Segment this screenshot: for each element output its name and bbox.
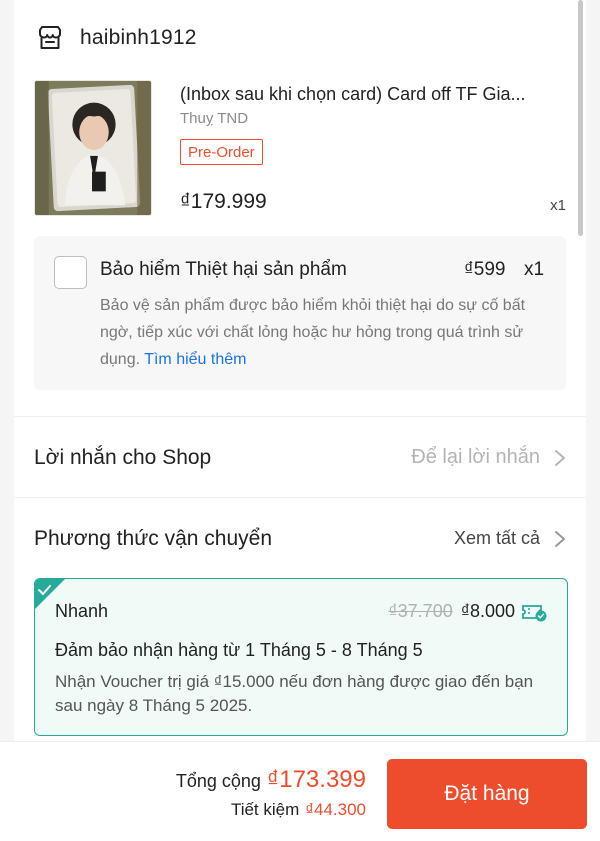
total-value: ₫173.399 bbox=[266, 766, 366, 793]
shipping-method-label: Phương thức vận chuyển bbox=[34, 527, 273, 550]
shipping-option-selected[interactable]: Nhanh ₫37.700 ₫8.000 Đảm bảo nhận hàng t… bbox=[34, 578, 568, 736]
total-label: Tổng cộng bbox=[175, 771, 261, 791]
total-line: Tổng cộng ₫173.399 bbox=[176, 766, 366, 794]
insurance-price: ₫599 bbox=[464, 259, 506, 280]
savings-label: Tiết kiệm bbox=[230, 800, 300, 819]
insurance-box: Bảo hiểm Thiệt hại sản phẩm ₫599 x1 Bảo … bbox=[34, 236, 566, 390]
savings-value: ₫44.300 bbox=[305, 800, 366, 819]
insurance-checkbox[interactable] bbox=[54, 256, 87, 289]
see-all-shipping-button[interactable]: Xem tất cả bbox=[454, 528, 566, 549]
shipping-option-name: Nhanh bbox=[55, 601, 109, 621]
product-price: ₫179.999 bbox=[180, 190, 267, 213]
learn-more-link[interactable]: Tìm hiểu thêm bbox=[144, 351, 246, 368]
late-delivery-voucher-note: Nhận Voucher trị giá ₫15.000 nếu đơn hàn… bbox=[55, 672, 534, 715]
scrollbar[interactable] bbox=[578, 0, 583, 236]
savings-line: Tiết kiệm ₫44.300 bbox=[231, 800, 366, 820]
delivery-guarantee: Đảm bảo nhận hàng từ 1 Tháng 5 - 8 Tháng… bbox=[55, 640, 423, 660]
insurance-quantity: x1 bbox=[524, 259, 545, 280]
shop-name: haibinh1912 bbox=[80, 26, 197, 49]
checkout-footer: Tổng cộng ₫173.399 Tiết kiệm ₫44.300 Đặt… bbox=[0, 741, 600, 841]
product-thumbnail[interactable] bbox=[34, 80, 152, 216]
shop-header[interactable]: haibinh1912 bbox=[36, 24, 197, 52]
shipping-old-price: ₫37.700 bbox=[388, 601, 453, 621]
shop-message-placeholder: Để lại lời nhắn bbox=[411, 446, 540, 468]
product-variant: Thuỵ TND bbox=[180, 110, 249, 127]
see-all-label: Xem tất cả bbox=[453, 528, 540, 548]
checkout-card: haibinh1912 (Inbox sau khi chọn card) Ca… bbox=[14, 0, 586, 741]
product-quantity: x1 bbox=[550, 197, 566, 214]
voucher-ticket-icon bbox=[521, 602, 547, 622]
shop-message-label: Lời nhắn cho Shop bbox=[34, 446, 212, 469]
pre-order-badge: Pre-Order bbox=[180, 139, 263, 165]
place-order-button[interactable]: Đặt hàng bbox=[387, 759, 587, 829]
chevron-right-icon bbox=[554, 530, 566, 548]
shipping-new-price: ₫8.000 bbox=[460, 601, 515, 621]
shop-message-input[interactable]: Để lại lời nhắn bbox=[411, 446, 566, 469]
product-title[interactable]: (Inbox sau khi chọn card) Card off TF Gi… bbox=[180, 84, 570, 105]
shop-icon bbox=[36, 24, 64, 52]
chevron-right-icon bbox=[554, 449, 566, 467]
divider bbox=[14, 416, 586, 417]
insurance-description: Bảo vệ sản phẩm được bảo hiểm khỏi thiệt… bbox=[100, 292, 550, 373]
shipping-option-prices: ₫37.700 ₫8.000 bbox=[388, 601, 547, 622]
divider bbox=[14, 497, 586, 498]
insurance-title: Bảo hiểm Thiệt hại sản phẩm bbox=[100, 259, 347, 280]
